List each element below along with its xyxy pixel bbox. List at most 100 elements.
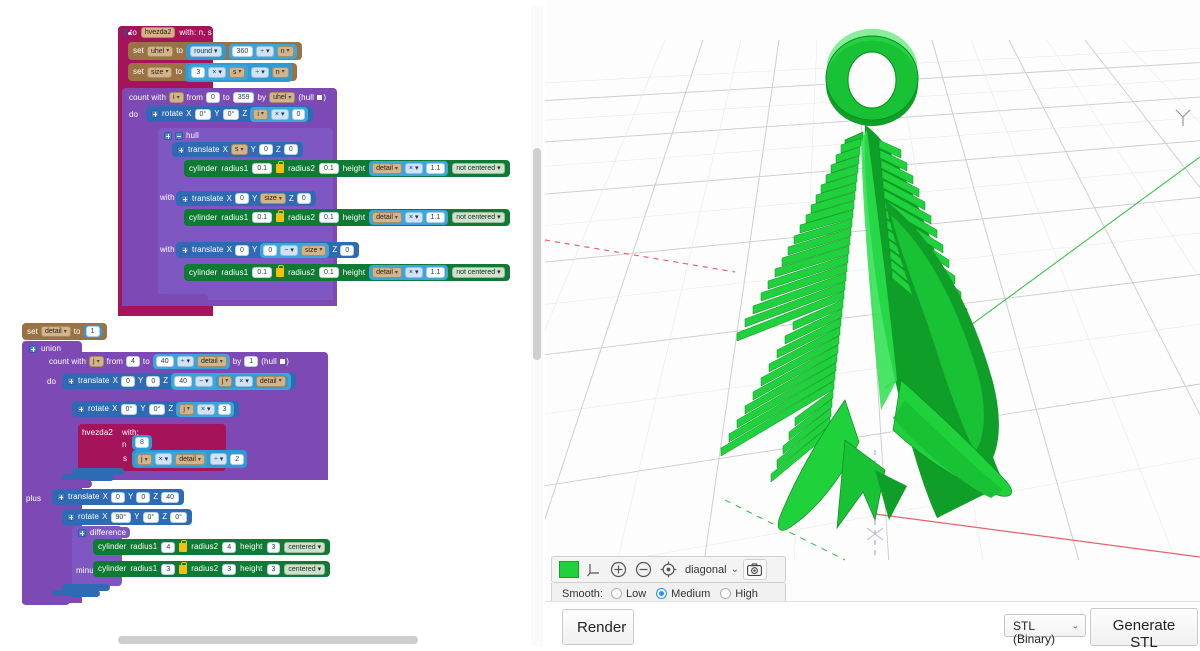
- outer-cylinder-radius1-field[interactable]: 4: [161, 541, 176, 553]
- denominator-n-field[interactable]: n ▾: [276, 45, 294, 57]
- lock-icon-2[interactable]: [276, 210, 285, 222]
- translate-z-field-3[interactable]: 0: [340, 244, 355, 256]
- procedure-name-field[interactable]: hvezda2: [140, 27, 176, 38]
- ty-expr-op-3[interactable]: − ▾: [280, 244, 298, 256]
- rotate-z-expression[interactable]: i ▾ × ▾ 0: [250, 106, 309, 122]
- divide-expression-block[interactable]: 360 ÷ ▾ n ▾: [228, 43, 297, 59]
- lock-icon-inner[interactable]: [179, 561, 188, 574]
- plus-rotate-block[interactable]: rotate X 90° Y 0° Z 0°: [62, 509, 192, 525]
- main-to-op-field[interactable]: ÷ ▾: [176, 356, 194, 367]
- union-mutator-icon[interactable]: [29, 345, 37, 353]
- height-op-field-1[interactable]: × ▾: [404, 163, 423, 174]
- main-rotate-block[interactable]: rotate X 0° Y 0° Z j ▾ × ▾ 3: [72, 401, 240, 417]
- main-translate-block[interactable]: translate X 0 Y 0 Z 40 − ▾ j ▾ × ▾ detail ▾: [62, 372, 296, 390]
- inner-cylinder-height-field[interactable]: 3: [266, 563, 281, 575]
- size-divide-op-field[interactable]: ÷ ▾: [251, 66, 269, 78]
- call-s-b-field[interactable]: detail ▾: [175, 453, 205, 465]
- set-detail-block[interactable]: set detail ▾ to 1: [22, 323, 107, 340]
- main-to-b-field[interactable]: detail ▾: [196, 356, 227, 367]
- cylinder-radius2-field-3[interactable]: 0.1: [319, 267, 339, 278]
- set-detail-variable-field[interactable]: detail ▾: [40, 326, 71, 337]
- plus-rotate-mutator-icon[interactable]: [67, 513, 75, 521]
- toolbar-zoom-in-button[interactable]: [606, 559, 631, 580]
- height-op-field-3[interactable]: × ▾: [404, 267, 423, 278]
- translate-x-field-2[interactable]: 0: [235, 193, 249, 204]
- count-loop-header[interactable]: count with i ▾ from 0 to 359 by uhel ▾ (hu…: [124, 90, 332, 105]
- set-size-block[interactable]: set size ▾ to 3 × ▾ s ▾ ÷ ▾ n ▾: [128, 62, 297, 82]
- main-rotate-mutator-icon[interactable]: [77, 405, 85, 413]
- hull-cylinder-2[interactable]: cylinder radius1 0.1 radius2 0.1 height …: [184, 209, 510, 226]
- mutator-icon[interactable]: [151, 110, 159, 118]
- hull-mutator-plus-icon[interactable]: [164, 131, 172, 140]
- render-button[interactable]: Render: [562, 609, 634, 645]
- procedure-header[interactable]: to hvezda2 with: n, s: [118, 26, 212, 39]
- plus-rotate-x-field[interactable]: 90°: [110, 511, 132, 523]
- hull-cylinder-3[interactable]: cylinder radius1 0.1 radius2 0.1 height …: [184, 264, 510, 281]
- smooth-option-low[interactable]: Low: [610, 588, 646, 600]
- plus-translate-y-field[interactable]: 0: [136, 491, 151, 503]
- ty-expr-a-3[interactable]: 0: [263, 244, 278, 256]
- height-value-field-1[interactable]: 1.1: [425, 163, 446, 174]
- call-s-c-field[interactable]: 2: [230, 453, 245, 465]
- set-uhel-block[interactable]: set uhel ▾ to round ▾ 360 ÷ ▾ n ▾: [128, 42, 302, 60]
- call-s-op2-field[interactable]: ÷ ▾: [209, 453, 228, 465]
- cylinder-height-expr-2[interactable]: detail ▾ × ▾ 1.1: [369, 210, 449, 225]
- loop-variable-i-field[interactable]: i ▾: [169, 92, 184, 103]
- cylinder-radius2-field-2[interactable]: 0.1: [319, 212, 339, 223]
- hull-translate-3[interactable]: translate X 0 Y 0 − ▾ size ▾ Z 0: [176, 242, 360, 258]
- outer-cylinder-height-field[interactable]: 3: [266, 541, 281, 553]
- cylinder-radius1-field-1[interactable]: 0.1: [252, 163, 273, 174]
- numerator-360-field[interactable]: 360: [231, 45, 254, 57]
- cylinder-center-field-3[interactable]: not centered ▾: [452, 267, 505, 278]
- height-detail-field-1[interactable]: detail ▾: [372, 163, 402, 174]
- hull-translate-2[interactable]: translate X 0 Y size ▾ Z 0: [176, 191, 316, 206]
- main-count-loop-header[interactable]: count with j ▾ from 4 to 40 ÷ ▾ detail ▾ by…: [44, 354, 294, 369]
- translate-mutator-icon-2[interactable]: [181, 194, 189, 203]
- main-tz-b2-field[interactable]: detail ▾: [255, 375, 286, 387]
- cylinder-radius2-field-1[interactable]: 0.1: [319, 163, 339, 174]
- plus-rotate-y-field[interactable]: 0°: [142, 511, 160, 523]
- plus-translate-block[interactable]: translate X 0 Y 0 Z 40: [52, 489, 185, 505]
- plus-rotate-z-field[interactable]: 0°: [170, 511, 187, 523]
- call-n-value-wrap[interactable]: 8: [132, 435, 152, 450]
- plus-translate-mutator-icon[interactable]: [57, 493, 65, 501]
- loop-by-uhel-field[interactable]: uhel ▾: [269, 92, 296, 103]
- translate-y-expr-3[interactable]: 0 − ▾ size ▾: [260, 242, 330, 258]
- cylinder-height-expr-1[interactable]: detail ▾ × ▾ 1.1: [369, 161, 449, 176]
- hull-mutator-minus-icon[interactable]: [175, 131, 183, 140]
- main-tz-op2-field[interactable]: × ▾: [235, 375, 253, 387]
- radio-low[interactable]: [610, 588, 622, 599]
- main-translate-z-expression[interactable]: 40 − ▾ j ▾ × ▾ detail ▾: [171, 372, 291, 390]
- cylinder-center-field-1[interactable]: not centered ▾: [452, 163, 505, 174]
- call-s-a-field[interactable]: j ▾: [137, 453, 152, 465]
- loop-from-field[interactable]: 0: [206, 92, 220, 103]
- inner-cylinder-radius1-field[interactable]: 3: [161, 563, 176, 575]
- main-tz-inner-expression[interactable]: j ▾ × ▾ detail ▾: [215, 374, 288, 388]
- main-rz-op-field[interactable]: × ▾: [196, 403, 215, 415]
- inner-cylinder-center-field[interactable]: centered ▾: [284, 563, 326, 575]
- call-s-inner-expression[interactable]: j ▾ × ▾ detail ▾: [135, 452, 207, 466]
- horizontal-scrollbar[interactable]: [118, 636, 418, 644]
- blocks-workspace[interactable]: to hvezda2 with: n, s set uhel ▾ to round…: [0, 0, 545, 647]
- main-loop-variable-j-field[interactable]: j ▾: [89, 356, 104, 367]
- main-tz-a-field[interactable]: 40: [174, 375, 193, 387]
- lock-icon-3[interactable]: [276, 265, 285, 277]
- call-s-expression[interactable]: j ▾ × ▾ detail ▾ ÷ ▾ 2: [132, 450, 248, 468]
- main-rz-b-field[interactable]: 3: [217, 403, 232, 415]
- translate-mutator-icon-1[interactable]: [177, 145, 185, 154]
- main-rotate-z-expression[interactable]: j ▾ × ▾ 3: [176, 401, 235, 417]
- height-op-field-2[interactable]: × ▾: [404, 212, 423, 223]
- size-factor-3-field[interactable]: 3: [191, 66, 206, 78]
- size-multiply-expression[interactable]: 3 × ▾ s ▾: [188, 64, 249, 80]
- translate-y-field-1[interactable]: 0: [258, 144, 273, 155]
- color-swatch[interactable]: [558, 561, 579, 578]
- main-tz-op-field[interactable]: − ▾: [195, 375, 213, 387]
- view-orientation-select[interactable]: diagonal ⌄: [681, 564, 743, 576]
- translate-x-field-3[interactable]: 0: [235, 244, 249, 256]
- multiply-op-field[interactable]: × ▾: [208, 66, 226, 78]
- round-function-block[interactable]: round ▾: [186, 43, 226, 59]
- difference-header[interactable]: difference: [74, 527, 130, 538]
- cylinder-height-expr-3[interactable]: detail ▾ × ▾ 1.1: [369, 265, 449, 280]
- translate-z-field-1[interactable]: 0: [283, 144, 298, 155]
- difference-mutator-icon[interactable]: [78, 528, 86, 537]
